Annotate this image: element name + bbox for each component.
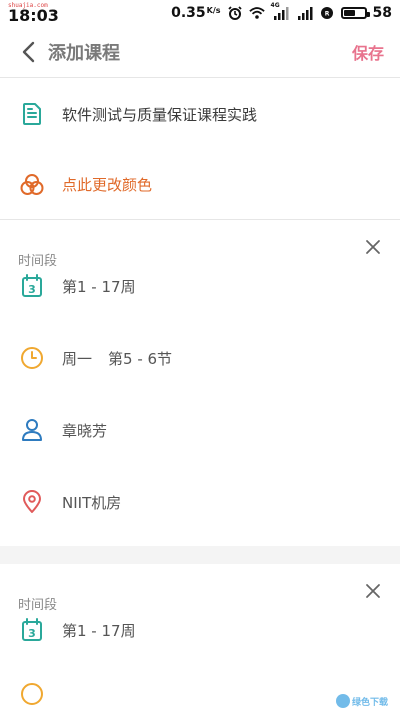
status-right: 0.35 K/s 4G R 58 — [171, 2, 392, 21]
wifi-icon — [248, 6, 265, 20]
battery-icon — [340, 7, 370, 19]
back-button[interactable] — [16, 40, 40, 64]
clock-icon — [20, 682, 44, 706]
save-button[interactable]: 保存 — [352, 40, 384, 64]
palette-icon — [20, 173, 44, 197]
course-name-row[interactable]: 软件测试与质量保证课程实践 — [0, 78, 400, 150]
section-head: 时间段 — [0, 564, 400, 634]
teacher-row[interactable]: 章晓芳 — [0, 394, 400, 466]
battery-fill — [343, 10, 356, 16]
watermark-icon — [336, 694, 350, 708]
location-pin-icon — [20, 490, 44, 514]
signal-icon — [297, 6, 313, 20]
page-title: 添加课程 — [48, 42, 120, 64]
close-icon[interactable] — [364, 582, 382, 600]
section-label: 时间段 — [18, 598, 58, 613]
status-left: shuajia.com 18:03 — [8, 2, 59, 24]
time-section-1: 时间段 3 第1 - 17周 周一 第5 - 6节 章晓芳 NIIT机房 — [0, 220, 400, 538]
location-text: NIIT机房 — [62, 493, 122, 512]
speed-unit: K/s — [206, 6, 221, 15]
alarm-icon — [227, 6, 243, 20]
day-text: 周一 — [62, 349, 93, 368]
change-color-row[interactable]: 点此更改颜色 — [0, 150, 400, 220]
period-text: 第5 - 6节 — [108, 349, 173, 368]
back-arrow-icon — [22, 41, 35, 62]
signal-4g-icon: 4G — [271, 2, 291, 20]
location-row[interactable]: NIIT机房 — [0, 466, 400, 538]
section-label: 时间段 — [18, 254, 58, 269]
time-section-2: 时间段 3 第1 - 17周 — [0, 564, 400, 706]
battery-level: 58 — [372, 5, 392, 21]
network-speed: 0.35 K/s — [171, 5, 220, 21]
teacher-text: 章晓芳 — [62, 421, 108, 440]
watermark-logo: 绿色下载 — [336, 693, 396, 709]
speed-value: 0.35 — [171, 5, 206, 21]
network-label: 4G — [270, 2, 280, 9]
document-icon — [20, 102, 44, 126]
clock-icon — [20, 346, 44, 370]
course-name: 软件测试与质量保证课程实践 — [62, 105, 258, 124]
close-icon[interactable] — [364, 238, 382, 256]
section-head: 时间段 — [0, 220, 400, 290]
change-color-label: 点此更改颜色 — [62, 176, 153, 194]
hd-icon: R — [319, 6, 335, 20]
schedule-row[interactable]: 周一 第5 - 6节 — [0, 322, 400, 394]
header: 添加课程 保存 — [0, 26, 400, 78]
person-icon — [20, 418, 44, 442]
screen: shuajia.com 18:03 0.35 K/s 4G R 58 添加课程 … — [0, 0, 400, 711]
watermark-text: 绿色下载 — [352, 697, 389, 708]
status-bar: shuajia.com 18:03 0.35 K/s 4G R 58 — [0, 0, 400, 26]
svg-text:R: R — [324, 11, 329, 18]
section-divider — [0, 546, 400, 564]
status-time: 18:03 — [8, 6, 59, 25]
